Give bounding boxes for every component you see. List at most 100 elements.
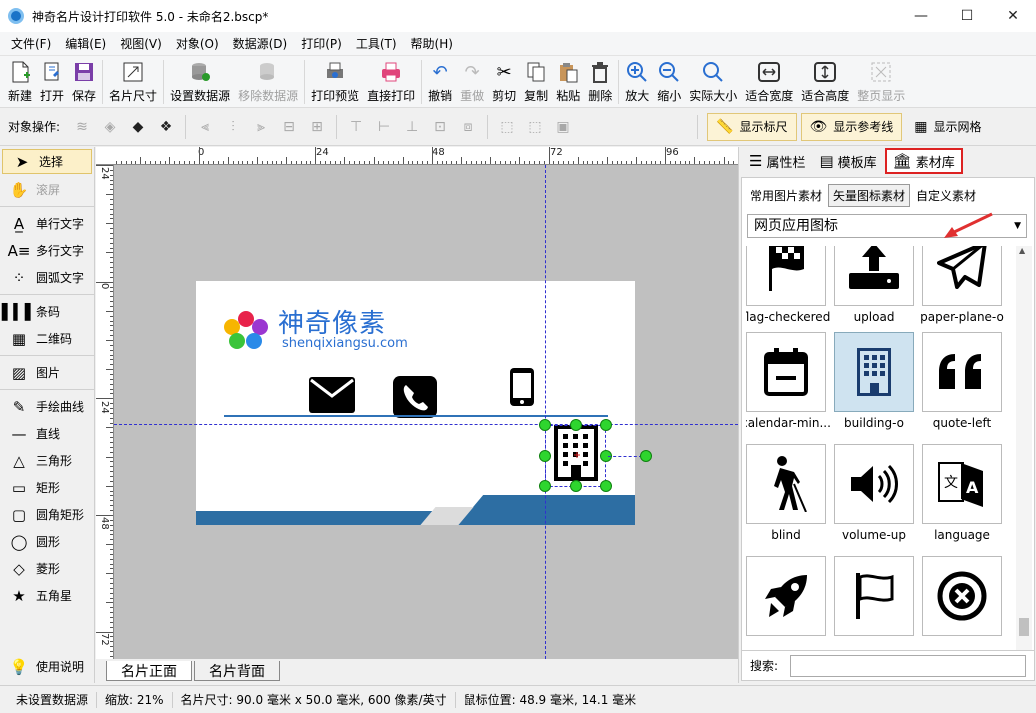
brand-name[interactable]: 神奇像素 bbox=[278, 303, 386, 340]
tool-select[interactable]: ➤ 选择 bbox=[2, 149, 92, 174]
show-guides-button[interactable]: 👁 显示参考线 bbox=[800, 112, 903, 141]
icon-cell-calendar-minus[interactable] bbox=[746, 332, 826, 412]
undo-button[interactable]: ↶ 撤销 bbox=[424, 56, 456, 106]
tool-line[interactable]: — 直线 bbox=[0, 420, 94, 447]
scroll-up-icon[interactable]: ▲ bbox=[1019, 246, 1025, 255]
group-icon[interactable]: ⬚ bbox=[496, 116, 518, 138]
menu-tools[interactable]: 工具(T) bbox=[349, 32, 404, 56]
same-width-icon[interactable]: ⊡ bbox=[429, 116, 451, 138]
remove-datasource-button[interactable]: 移除数据源 bbox=[234, 56, 302, 106]
zoom-in-button[interactable]: 放大 bbox=[621, 56, 653, 106]
tab-card-back[interactable]: 名片背面 bbox=[194, 661, 280, 681]
print-preview-button[interactable]: 打印预览 bbox=[307, 56, 363, 106]
resize-handle-n[interactable] bbox=[570, 419, 582, 431]
icon-cell-blind[interactable] bbox=[746, 444, 826, 524]
card-size-button[interactable]: 名片尺寸 bbox=[105, 56, 161, 106]
tool-scroll[interactable]: ✋ 滚屏 bbox=[0, 176, 94, 203]
resize-handle-s[interactable] bbox=[570, 480, 582, 492]
paste-button[interactable]: 粘贴 bbox=[552, 56, 584, 106]
distribute-h-icon[interactable]: ⊟ bbox=[278, 116, 300, 138]
show-grid-button[interactable]: ▦ 显示网格 bbox=[906, 113, 989, 141]
tool-arc-text[interactable]: ⁘ 圆弧文字 bbox=[0, 264, 94, 291]
guide-line-vertical[interactable] bbox=[545, 165, 546, 659]
tool-help[interactable]: 💡 使用说明 bbox=[0, 653, 84, 680]
new-button[interactable]: 新建 bbox=[4, 56, 36, 106]
show-ruler-button[interactable]: 📏 显示标尺 bbox=[707, 112, 797, 141]
copy-button[interactable]: 复制 bbox=[520, 56, 552, 106]
menu-view[interactable]: 视图(V) bbox=[113, 32, 169, 56]
open-button[interactable]: 打开 bbox=[36, 56, 68, 106]
icon-cell-quote-left[interactable] bbox=[922, 332, 1002, 412]
resize-handle-w[interactable] bbox=[539, 450, 551, 462]
business-card[interactable]: 神奇像素 shenqixiangsu.com bbox=[196, 281, 635, 525]
tool-barcode[interactable]: ▌▍▌ 条码 bbox=[0, 298, 94, 325]
actual-size-button[interactable]: 实际大小 bbox=[685, 56, 741, 106]
tool-multi-text[interactable]: A≡ 多行文字 bbox=[0, 237, 94, 264]
send-backward-icon[interactable]: ◈ bbox=[99, 116, 121, 138]
tab-templates[interactable]: ▤ 模板库 bbox=[813, 148, 882, 174]
tool-freehand[interactable]: ✎ 手绘曲线 bbox=[0, 393, 94, 420]
menu-help[interactable]: 帮助(H) bbox=[404, 32, 460, 56]
fit-width-button[interactable]: 适合宽度 bbox=[741, 56, 797, 106]
icon-cell-paper-plane-o[interactable] bbox=[922, 246, 1002, 306]
align-right-icon[interactable]: ⫸ bbox=[250, 116, 272, 138]
tab-properties[interactable]: ☰ 属性栏 bbox=[743, 148, 811, 174]
subtab-common-images[interactable]: 常用图片素材 bbox=[746, 185, 826, 206]
tool-qrcode[interactable]: ▦ 二维码 bbox=[0, 325, 94, 352]
cut-button[interactable]: ✂ 剪切 bbox=[488, 56, 520, 106]
bring-forward-icon[interactable]: ≋ bbox=[71, 116, 93, 138]
same-height-icon[interactable]: ⧈ bbox=[457, 116, 479, 138]
menu-edit[interactable]: 编辑(E) bbox=[58, 32, 113, 56]
tool-star[interactable]: ★ 五角星 bbox=[0, 582, 94, 609]
align-center-icon[interactable]: ⫶ bbox=[222, 116, 244, 138]
tool-single-text[interactable]: A̲ 单行文字 bbox=[0, 210, 94, 237]
menu-print[interactable]: 打印(P) bbox=[294, 32, 349, 56]
tool-round-rect[interactable]: ▢ 圆角矩形 bbox=[0, 501, 94, 528]
zoom-out-button[interactable]: 缩小 bbox=[653, 56, 685, 106]
ungroup-icon[interactable]: ⬚ bbox=[524, 116, 546, 138]
close-button[interactable]: ✕ bbox=[990, 0, 1036, 32]
resize-handle-ne[interactable] bbox=[600, 419, 612, 431]
minimize-button[interactable]: — bbox=[898, 0, 944, 32]
direct-print-button[interactable]: 直接打印 bbox=[363, 56, 419, 106]
fit-height-button[interactable]: 适合高度 bbox=[797, 56, 853, 106]
icon-cell-upload[interactable] bbox=[834, 246, 914, 306]
icon-cell-volume-up[interactable] bbox=[834, 444, 914, 524]
resize-handle-se[interactable] bbox=[600, 480, 612, 492]
delete-button[interactable]: 删除 bbox=[584, 56, 616, 106]
tab-assets[interactable]: 🏛 素材库 bbox=[884, 148, 963, 174]
icon-cell-building-o[interactable] bbox=[834, 332, 914, 412]
align-top-icon[interactable]: ⊤ bbox=[345, 116, 367, 138]
layers-stack-icon[interactable]: ❖ bbox=[155, 116, 177, 138]
subtab-custom-assets[interactable]: 自定义素材 bbox=[912, 185, 980, 206]
align-middle-icon[interactable]: ⊢ bbox=[373, 116, 395, 138]
tool-diamond[interactable]: ◇ 菱形 bbox=[0, 555, 94, 582]
scrollbar-thumb[interactable] bbox=[1019, 618, 1029, 636]
envelope-icon[interactable] bbox=[309, 377, 355, 413]
tool-triangle[interactable]: △ 三角形 bbox=[0, 447, 94, 474]
tool-rect[interactable]: ▭ 矩形 bbox=[0, 474, 94, 501]
resize-handle-nw[interactable] bbox=[539, 419, 551, 431]
align-bottom-icon[interactable]: ⊥ bbox=[401, 116, 423, 138]
menu-datasource[interactable]: 数据源(D) bbox=[226, 32, 295, 56]
icon-cell-flag-checkered[interactable] bbox=[746, 246, 826, 306]
fit-page-button[interactable]: 整页显示 bbox=[853, 56, 909, 106]
tool-ellipse[interactable]: ◯ 圆形 bbox=[0, 528, 94, 555]
set-datasource-button[interactable]: 设置数据源 bbox=[166, 56, 234, 106]
rotate-handle[interactable] bbox=[640, 450, 652, 462]
icon-grid-scrollbar[interactable]: ▲ ▼ bbox=[1016, 246, 1032, 671]
tool-image[interactable]: ▨ 图片 bbox=[0, 359, 94, 386]
search-input[interactable] bbox=[790, 655, 1026, 677]
align-left-icon[interactable]: ⫷ bbox=[194, 116, 216, 138]
redo-button[interactable]: ↷ 重做 bbox=[456, 56, 488, 106]
icon-cell-flag[interactable] bbox=[834, 556, 914, 636]
subtab-vector-icons[interactable]: 矢量图标素材 bbox=[828, 183, 911, 207]
design-canvas[interactable]: 0 24 48 72 96 24 0 24 48 72 神奇像素 shenqix… bbox=[96, 147, 738, 683]
distribute-v-icon[interactable]: ⊞ bbox=[306, 116, 328, 138]
layers-icon[interactable]: ◆ bbox=[127, 116, 149, 138]
mobile-phone-icon[interactable] bbox=[509, 367, 535, 407]
maximize-button[interactable]: ☐ bbox=[944, 0, 990, 32]
selection-box[interactable] bbox=[545, 425, 606, 487]
menu-object[interactable]: 对象(O) bbox=[169, 32, 226, 56]
icon-cell-language[interactable]: 文A bbox=[922, 444, 1002, 524]
